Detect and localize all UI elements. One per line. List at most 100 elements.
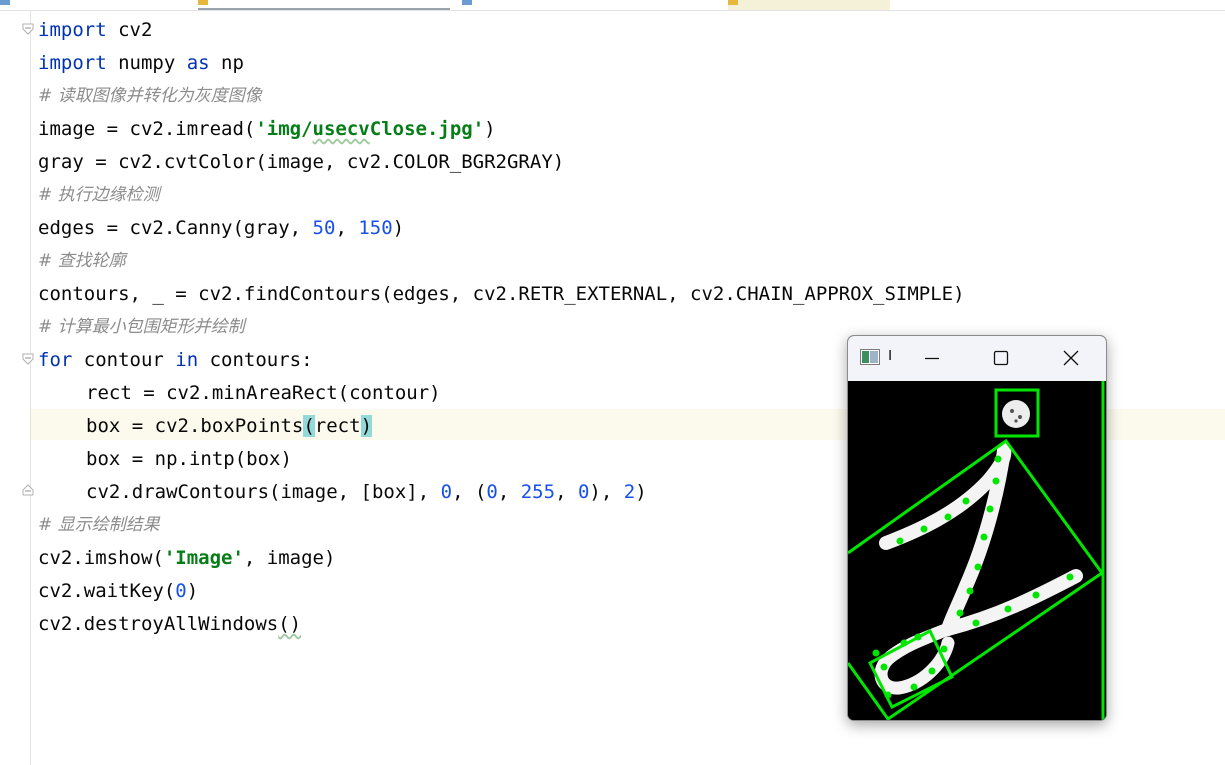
number-literal: 0 — [577, 481, 590, 503]
code-text: cv2.drawContours(image, [box], — [86, 481, 441, 503]
matched-paren: ) — [360, 415, 373, 437]
python-file-icon — [198, 0, 208, 5]
code-text: , — [497, 481, 521, 503]
code-text: edges = cv2.Canny(gray, — [38, 217, 313, 239]
code-text: box = cv2.boxPoints — [86, 415, 304, 437]
number-literal: 0 — [486, 481, 498, 503]
code-editor[interactable]: import cv2 import numpy as np # 读取图像并转化为… — [38, 14, 965, 641]
matched-paren: ( — [303, 415, 315, 437]
comment-line: # 查找轮廓 — [38, 245, 965, 278]
string-literal: 'img/ — [255, 118, 313, 140]
code-line: import cv2 — [38, 14, 965, 47]
code-line: gray = cv2.cvtColor(image, cv2.COLOR_BGR… — [38, 146, 965, 179]
keyword: in — [175, 349, 199, 371]
code-line-current: box = cv2.boxPoints(rect) — [38, 410, 965, 443]
code-text: cv2.waitKey( — [38, 580, 176, 602]
comment-text: 计算最小包围矩形并绘制 — [52, 317, 245, 337]
code-text: np — [209, 52, 244, 74]
comment-line: # 显示绘制结果 — [38, 509, 965, 542]
number-literal: 0 — [440, 481, 453, 503]
comment-hash: # — [38, 317, 53, 337]
code-text: gray = cv2.cvtColor(image, cv2.COLOR_BGR… — [38, 151, 565, 173]
code-text: , — [335, 217, 359, 239]
code-line: cv2.drawContours(image, [box], 0, (0, 25… — [38, 476, 965, 509]
code-line: import numpy as np — [38, 47, 965, 80]
code-text: image = cv2.imread( — [38, 118, 256, 140]
comment-hash: # — [38, 251, 53, 271]
comment-text: 查找轮廓 — [52, 251, 126, 271]
minimize-button[interactable] — [909, 336, 955, 381]
code-text: cv2.destroyAllWindows — [38, 613, 279, 635]
comment-line: # 执行边缘检测 — [38, 179, 965, 212]
number-literal: 150 — [358, 217, 393, 239]
code-text: , ( — [452, 481, 487, 503]
code-line: box = np.intp(box) — [38, 443, 965, 476]
string-literal: 'Image' — [163, 547, 244, 569]
code-text: ) — [392, 217, 405, 239]
code-text: ) — [635, 481, 647, 503]
fold-icon[interactable] — [22, 353, 34, 365]
window-titlebar[interactable]: I — [848, 336, 1106, 381]
maximize-button[interactable] — [978, 336, 1024, 381]
comment-hash: # — [38, 515, 53, 535]
number-literal: 0 — [175, 580, 187, 602]
comment-hash: # — [38, 185, 53, 205]
editor-tab-4[interactable] — [728, 0, 890, 10]
keyword: import — [38, 52, 107, 74]
number-literal: 50 — [312, 217, 336, 239]
code-text: ) — [484, 118, 496, 140]
editor-tab-3[interactable] — [462, 0, 702, 10]
editor-tab-2[interactable] — [198, 0, 450, 10]
number-literal: 2 — [623, 481, 636, 503]
string-literal-typo: usecv — [312, 118, 370, 140]
minimize-icon — [925, 357, 939, 360]
close-button[interactable] — [1048, 336, 1094, 381]
code-line: for contour in contours: — [38, 344, 965, 377]
comment-text: 执行边缘检测 — [52, 185, 160, 205]
code-text: rect = cv2.minAreaRect(contour) — [86, 382, 441, 404]
code-text: , image) — [243, 547, 336, 569]
comment-line: # 读取图像并转化为灰度图像 — [38, 80, 965, 113]
fold-end-icon[interactable] — [22, 484, 34, 496]
image-window[interactable]: I — [847, 335, 1107, 721]
code-line: rect = cv2.minAreaRect(contour) — [38, 377, 965, 410]
code-line: cv2.destroyAllWindows() — [38, 608, 965, 641]
python-file-icon — [462, 0, 472, 5]
app-icon — [860, 349, 880, 365]
code-line: cv2.waitKey(0) — [38, 575, 965, 608]
python-file-icon — [0, 0, 10, 5]
code-text: cv2.imshow( — [38, 547, 164, 569]
code-text: () — [278, 613, 302, 635]
code-line: edges = cv2.Canny(gray, 50, 150) — [38, 212, 965, 245]
window-title: I — [888, 347, 893, 364]
editor-tab-1[interactable] — [0, 0, 190, 10]
keyword: import — [38, 19, 107, 41]
code-line: contours, _ = cv2.findContours(edges, cv… — [38, 278, 965, 311]
comment-text: 显示绘制结果 — [52, 515, 160, 535]
comment-hash: # — [38, 86, 53, 106]
code-text: , — [555, 481, 578, 503]
code-text: box = np.intp(box) — [86, 448, 292, 470]
editor-tab-bar — [0, 0, 1225, 11]
code-text: ), — [589, 481, 624, 503]
result-image — [848, 381, 1106, 720]
close-icon — [1063, 350, 1079, 366]
keyword: for — [38, 349, 73, 371]
comment-line: # 计算最小包围矩形并绘制 — [38, 311, 965, 344]
code-text: numpy — [106, 52, 187, 74]
keyword: as — [186, 52, 210, 74]
code-text: contours: — [198, 349, 313, 371]
code-text: contour — [72, 349, 176, 371]
code-line: image = cv2.imread('img/usecvClose.jpg') — [38, 113, 965, 146]
python-file-icon — [728, 0, 738, 5]
comment-text: 读取图像并转化为灰度图像 — [52, 86, 262, 106]
maximize-icon — [993, 350, 1009, 366]
number-literal: 255 — [520, 481, 556, 503]
fold-icon[interactable] — [22, 23, 34, 35]
code-text: ) — [186, 580, 199, 602]
editor-gutter — [0, 11, 34, 765]
code-text: rect — [314, 415, 361, 437]
string-literal: Close.jpg' — [369, 118, 485, 140]
image-canvas — [848, 381, 1106, 720]
code-line: cv2.imshow('Image', image) — [38, 542, 965, 575]
